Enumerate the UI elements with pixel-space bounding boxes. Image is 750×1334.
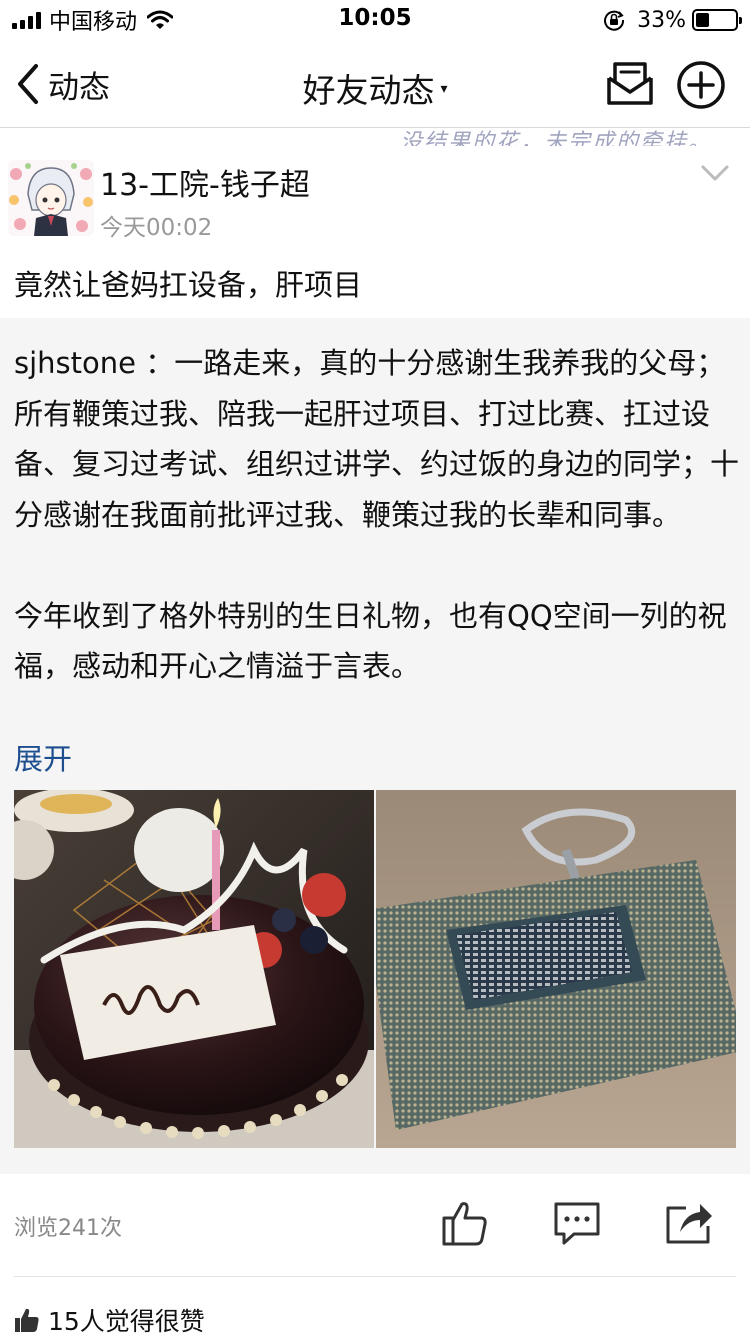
likes-summary[interactable]: 15人觉得很赞 xyxy=(14,1304,205,1334)
battery-icon xyxy=(692,9,742,31)
add-circle-icon[interactable] xyxy=(676,60,726,110)
page-title: 好友动态 xyxy=(302,71,435,110)
forwarded-separator: ： xyxy=(136,346,175,380)
chevron-down-icon[interactable] xyxy=(700,162,730,184)
divider xyxy=(14,1276,736,1277)
forwarded-username[interactable]: sjhstone xyxy=(14,346,136,380)
rotation-lock-icon xyxy=(604,10,625,31)
thumbs-up-filled-icon xyxy=(15,1308,39,1332)
nav-bar: 动态 好友动态 ▾ xyxy=(0,40,750,128)
likes-text: 15人觉得很赞 xyxy=(48,1307,205,1334)
status-right: 33% xyxy=(603,6,742,34)
decorative-banner: 没结果的花，未完成的牵挂。 xyxy=(400,130,713,146)
mail-icon[interactable] xyxy=(605,60,655,108)
forwarded-post[interactable]: sjhstone ：一路走来，真的十分感谢生我养我的父母；所有鞭策过我、陪我一起… xyxy=(0,318,750,1174)
battery-level xyxy=(696,13,709,27)
status-bar: 中国移动 10:05 33% xyxy=(0,0,750,40)
comment-icon[interactable] xyxy=(552,1198,602,1248)
forwarded-text: sjhstone ：一路走来，真的十分感谢生我养我的父母；所有鞭策过我、陪我一起… xyxy=(14,338,740,692)
thumbs-up-icon[interactable] xyxy=(440,1198,490,1248)
author-name[interactable]: 13-工院-钱子超 xyxy=(100,160,310,204)
photo-cake[interactable] xyxy=(14,790,374,1148)
photo-cpu[interactable] xyxy=(376,790,736,1148)
expand-link[interactable]: 展开 xyxy=(14,736,72,778)
post-caption: 竟然让爸妈扛设备，肝项目 xyxy=(14,268,363,302)
avatar[interactable] xyxy=(8,160,94,236)
battery-percent: 33% xyxy=(637,7,686,33)
share-icon[interactable] xyxy=(664,1198,714,1248)
caret-down-icon: ▾ xyxy=(440,80,448,97)
post-time: 今天00:02 xyxy=(100,215,213,241)
view-count: 浏览241次 xyxy=(14,1216,122,1241)
forwarded-body: 一路走来，真的十分感谢生我养我的父母；所有鞭策过我、陪我一起肝过项目、打过比赛、… xyxy=(14,346,740,683)
